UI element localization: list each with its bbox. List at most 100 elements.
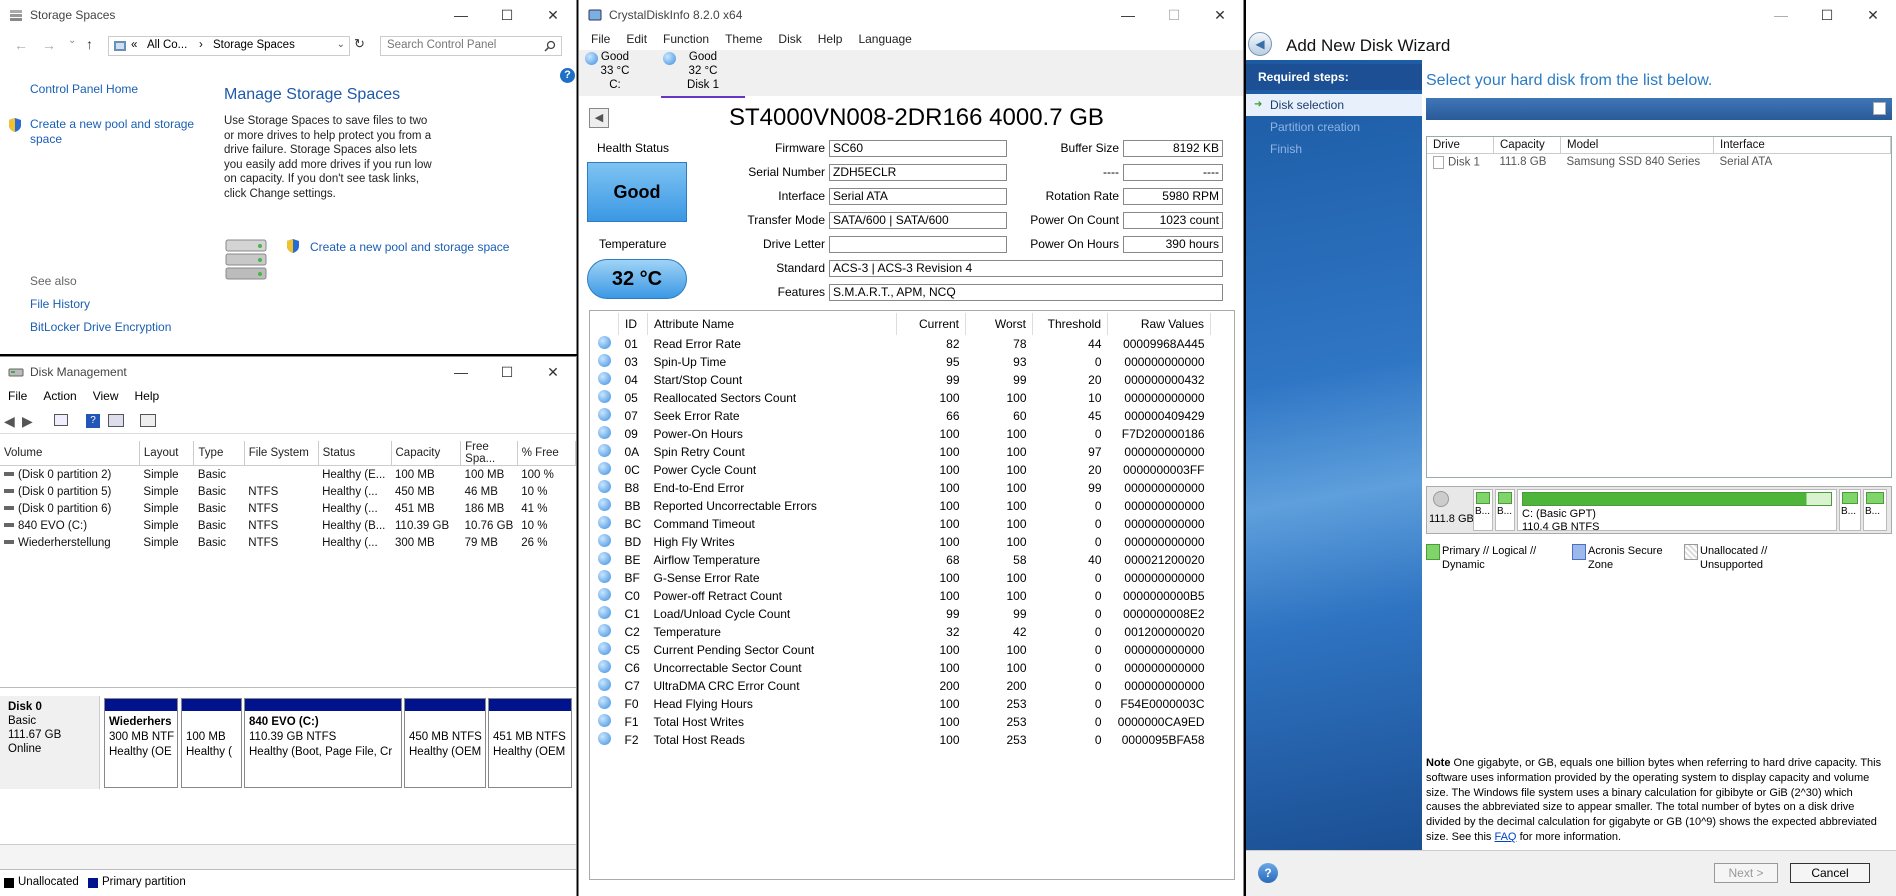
partition-block[interactable]: 100 MB Healthy ( bbox=[181, 698, 242, 788]
menu-help[interactable]: Help bbox=[810, 32, 851, 46]
partition-block[interactable]: 450 MB NTFS Healthy (OEM bbox=[404, 698, 486, 788]
smart-row[interactable]: C0 Power-off Retract Count 100 100 0 00000000… bbox=[592, 587, 1211, 605]
smart-row[interactable]: F1 Total Host Writes 100 253 0 0000000CA9ED bbox=[592, 713, 1211, 731]
console-tree-icon[interactable] bbox=[54, 414, 68, 426]
smart-row[interactable]: 04 Start/Stop Count 99 99 20 000000000432 bbox=[592, 371, 1211, 389]
create-pool-sidebar-link[interactable]: Create a new pool and storage space bbox=[30, 117, 200, 147]
column-capacity[interactable]: Capacity bbox=[391, 441, 462, 466]
column-id[interactable]: ID bbox=[618, 313, 648, 335]
maximize-button[interactable]: ☐ bbox=[1804, 0, 1850, 30]
bitlocker-link[interactable]: BitLocker Drive Encryption bbox=[30, 320, 171, 334]
minimize-button[interactable]: — bbox=[438, 357, 484, 387]
properties-icon[interactable] bbox=[108, 414, 124, 427]
column-free-space[interactable]: Free Spa... bbox=[460, 441, 518, 466]
close-button[interactable]: ✕ bbox=[530, 0, 576, 30]
menu-file[interactable]: File bbox=[583, 32, 618, 46]
menu-edit[interactable]: Edit bbox=[618, 32, 655, 46]
column-status[interactable]: Status bbox=[318, 441, 392, 466]
faq-link[interactable]: FAQ bbox=[1494, 831, 1516, 843]
forward-arrow-icon[interactable]: → bbox=[42, 37, 56, 53]
column-layout[interactable]: Layout bbox=[139, 441, 195, 466]
partition-block[interactable]: 840 EVO (C:) 110.39 GB NTFS Healthy (Boot,… bbox=[244, 698, 402, 788]
smart-row[interactable]: 07 Seek Error Rate 66 60 45 000000409429 bbox=[592, 407, 1211, 425]
file-history-link[interactable]: File History bbox=[30, 297, 90, 311]
column-volume[interactable]: Volume bbox=[0, 441, 140, 466]
step-disk-selection[interactable]: ➜ Disk selection bbox=[1246, 94, 1422, 116]
back-arrow-icon[interactable]: ◀ bbox=[4, 413, 15, 430]
partition-block[interactable]: 451 MB NTFS Healthy (OEM bbox=[488, 698, 572, 788]
small-partition[interactable]: B... bbox=[1473, 489, 1493, 531]
column-worst[interactable]: Worst bbox=[965, 313, 1033, 335]
recent-dropdown-icon[interactable]: ⌄ bbox=[68, 35, 76, 46]
previous-disk-button[interactable]: ◀ bbox=[589, 108, 609, 128]
disk-row[interactable]: Disk 1 111.8 GB Samsung SSD 840 Series S… bbox=[1427, 154, 1891, 171]
breadcrumb-overflow[interactable]: « bbox=[131, 39, 137, 51]
search-input[interactable]: Search Control Panel bbox=[380, 36, 562, 56]
menu-function[interactable]: Function bbox=[655, 32, 717, 46]
column-type[interactable]: Type bbox=[193, 441, 245, 466]
smart-row[interactable]: BD High Fly Writes 100 100 0 000000000000 bbox=[592, 533, 1211, 551]
minimize-button[interactable]: — bbox=[1758, 0, 1804, 30]
address-bar[interactable]: « All Co... › Storage Spaces ⌄ bbox=[108, 36, 350, 56]
smart-row[interactable]: C2 Temperature 32 42 0 001200000020 bbox=[592, 623, 1211, 641]
health-status-badge[interactable]: Good bbox=[587, 162, 687, 222]
back-arrow-icon[interactable]: ← bbox=[14, 37, 28, 53]
smart-row[interactable]: C7 UltraDMA CRC Error Count 200 200 0 0000000… bbox=[592, 677, 1211, 695]
column-file-system[interactable]: File System bbox=[244, 441, 319, 466]
smart-row[interactable]: BE Airflow Temperature 68 58 40 000021200020 bbox=[592, 551, 1211, 569]
column-current[interactable]: Current bbox=[896, 313, 966, 335]
column-model[interactable]: Model bbox=[1560, 137, 1714, 154]
small-partition[interactable]: B... bbox=[1839, 489, 1861, 531]
columns-icon[interactable] bbox=[1873, 102, 1886, 115]
help-icon[interactable]: ? bbox=[560, 68, 575, 83]
smart-row[interactable]: C1 Load/Unload Cycle Count 99 99 0 0000000008… bbox=[592, 605, 1211, 623]
smart-row[interactable]: B8 End-to-End Error 100 100 99 000000000000 bbox=[592, 479, 1211, 497]
close-button[interactable]: ✕ bbox=[1850, 0, 1896, 30]
help-icon[interactable]: ? bbox=[1258, 863, 1278, 883]
disk-0-info[interactable]: Disk 0 Basic 111.67 GB Online bbox=[0, 696, 100, 789]
crystaldiskinfo-titlebar[interactable]: CrystalDiskInfo 8.2.0 x64 — ☐ ✕ bbox=[579, 0, 1243, 30]
menu-action[interactable]: Action bbox=[35, 389, 84, 409]
smart-row[interactable]: F0 Head Flying Hours 100 253 0 F54E0000003C bbox=[592, 695, 1211, 713]
rescan-icon[interactable] bbox=[140, 414, 156, 427]
disk-checkbox[interactable] bbox=[1433, 155, 1444, 169]
menu-help[interactable]: Help bbox=[127, 389, 168, 409]
column-percent-free[interactable]: % Free bbox=[517, 441, 576, 466]
menu-theme[interactable]: Theme bbox=[717, 32, 770, 46]
address-dropdown-icon[interactable]: ⌄ bbox=[337, 39, 345, 50]
smart-row[interactable]: 05 Reallocated Sectors Count 100 100 10 00000… bbox=[592, 389, 1211, 407]
volume-row[interactable]: (Disk 0 partition 2) Simple Basic Healthy (… bbox=[0, 466, 576, 484]
smart-row[interactable]: 01 Read Error Rate 82 78 44 00009968A445 bbox=[592, 335, 1211, 353]
small-partition[interactable]: B... bbox=[1863, 489, 1887, 531]
storage-spaces-titlebar[interactable]: Storage Spaces — ☐ ✕ bbox=[0, 0, 576, 30]
volume-row[interactable]: (Disk 0 partition 5) Simple Basic NTFS Healt… bbox=[0, 483, 576, 500]
create-pool-task-link[interactable]: Create a new pool and storage space bbox=[310, 240, 509, 254]
maximize-button[interactable]: ☐ bbox=[484, 357, 530, 387]
drive-tab-disk-1[interactable]: Good 32 °C Disk 1 bbox=[661, 50, 745, 98]
column-capacity[interactable]: Capacity bbox=[1493, 137, 1561, 154]
smart-row[interactable]: BC Command Timeout 100 100 0 000000000000 bbox=[592, 515, 1211, 533]
close-button[interactable]: ✕ bbox=[1197, 0, 1243, 30]
next-button[interactable]: Next > bbox=[1714, 863, 1778, 883]
menu-language[interactable]: Language bbox=[850, 32, 919, 46]
smart-row[interactable]: 0A Spin Retry Count 100 100 97 000000000000 bbox=[592, 443, 1211, 461]
menu-view[interactable]: View bbox=[85, 389, 127, 409]
minimize-button[interactable]: — bbox=[438, 0, 484, 30]
column-threshold[interactable]: Threshold bbox=[1032, 313, 1108, 335]
drive-tab-c[interactable]: Good 33 °C C: bbox=[585, 50, 643, 96]
smart-row[interactable]: 0C Power Cycle Count 100 100 20 0000000003FF bbox=[592, 461, 1211, 479]
smart-row[interactable]: C6 Uncorrectable Sector Count 100 100 0 00000… bbox=[592, 659, 1211, 677]
search-icon[interactable] bbox=[544, 40, 556, 52]
column-drive[interactable]: Drive bbox=[1427, 137, 1494, 154]
menu-disk[interactable]: Disk bbox=[770, 32, 809, 46]
small-partition[interactable]: B... bbox=[1495, 489, 1515, 531]
up-arrow-icon[interactable]: ↑ bbox=[86, 36, 93, 52]
breadcrumb-all-control-panel[interactable]: All Co... bbox=[147, 39, 187, 51]
control-panel-home-link[interactable]: Control Panel Home bbox=[30, 82, 138, 96]
forward-arrow-icon[interactable]: ▶ bbox=[22, 413, 33, 430]
smart-row[interactable]: F2 Total Host Reads 100 253 0 0000095BFA58 bbox=[592, 731, 1211, 749]
volume-row[interactable]: Wiederherstellung Simple Basic NTFS Healthy … bbox=[0, 534, 576, 551]
column-interface[interactable]: Interface bbox=[1713, 137, 1891, 154]
minimize-button[interactable]: — bbox=[1105, 0, 1151, 30]
partition-block[interactable]: Wiederhers 300 MB NTF Healthy (OE bbox=[104, 698, 178, 788]
